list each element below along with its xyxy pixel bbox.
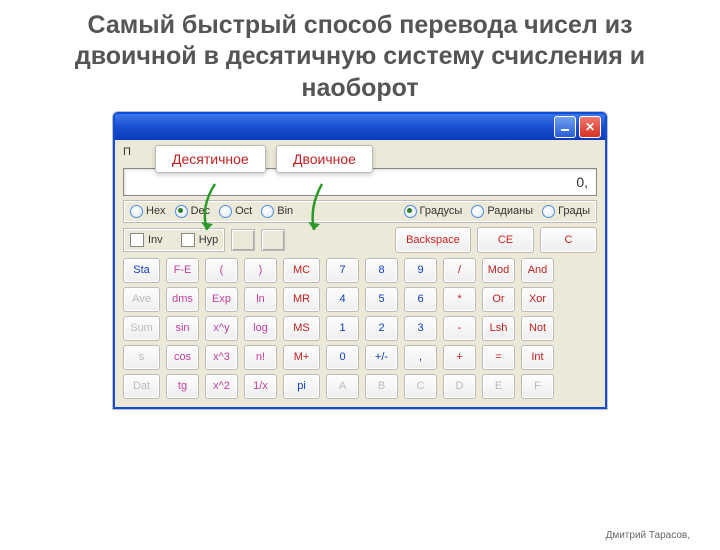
radio-deg[interactable]: Градусы xyxy=(404,205,463,218)
btn-lsh[interactable]: Lsh xyxy=(482,316,515,341)
btn-mr[interactable]: MR xyxy=(283,287,320,312)
btn-2[interactable]: 2 xyxy=(365,316,398,341)
btn-and[interactable]: And xyxy=(521,258,554,283)
close-button[interactable]: ✕ xyxy=(579,116,601,138)
btn-0[interactable]: 0 xyxy=(326,345,359,370)
radio-bin[interactable]: Bin xyxy=(261,205,293,218)
btn-9[interactable]: 9 xyxy=(404,258,437,283)
btn-sum: Sum xyxy=(123,316,160,341)
btn-dat: Dat xyxy=(123,374,160,399)
btn-a: A xyxy=(326,374,359,399)
btn-not[interactable]: Not xyxy=(521,316,554,341)
page-title: Самый быстрый способ перевода чисел из д… xyxy=(30,10,690,104)
btn-6[interactable]: 6 xyxy=(404,287,437,312)
btn-1[interactable]: 1 xyxy=(326,316,359,341)
titlebar: ✕ xyxy=(115,114,605,140)
btn-sin[interactable]: sin xyxy=(166,316,199,341)
btn-[interactable]: ) xyxy=(244,258,277,283)
btn-c: C xyxy=(404,374,437,399)
btn-d: D xyxy=(443,374,476,399)
btn-int[interactable]: Int xyxy=(521,345,554,370)
btn-[interactable]: / xyxy=(443,258,476,283)
btn-[interactable]: + xyxy=(443,345,476,370)
footer-author: Дмитрий Тарасов, xyxy=(606,530,690,542)
radio-grad[interactable]: Грады xyxy=(542,205,590,218)
button-grid: StaF-E()MC789/ModAndAvedmsExplnMR456*OrX… xyxy=(123,258,597,399)
radio-oct-label: Oct xyxy=(235,205,252,217)
backspace-button[interactable]: Backspace xyxy=(395,227,471,253)
radio-rad[interactable]: Радианы xyxy=(471,205,533,218)
ce-button[interactable]: CE xyxy=(477,227,534,253)
btn-log[interactable]: log xyxy=(244,316,277,341)
btn-mod[interactable]: Mod xyxy=(482,258,515,283)
btn-dms[interactable]: dms xyxy=(166,287,199,312)
btn-n[interactable]: n! xyxy=(244,345,277,370)
btn-3[interactable]: 3 xyxy=(404,316,437,341)
btn-8[interactable]: 8 xyxy=(365,258,398,283)
btn-7[interactable]: 7 xyxy=(326,258,359,283)
indicator-2 xyxy=(261,229,285,251)
btn-ms[interactable]: MS xyxy=(283,316,320,341)
btn-ln[interactable]: ln xyxy=(244,287,277,312)
btn-exp[interactable]: Exp xyxy=(205,287,238,312)
btn-ave: Ave xyxy=(123,287,160,312)
btn-pi[interactable]: pi xyxy=(283,374,320,399)
indicator-1 xyxy=(231,229,255,251)
btn-[interactable]: ( xyxy=(205,258,238,283)
btn-m[interactable]: M+ xyxy=(283,345,320,370)
btn-mc[interactable]: MC xyxy=(283,258,320,283)
btn-tg[interactable]: tg xyxy=(166,374,199,399)
radio-rad-label: Радианы xyxy=(487,205,533,217)
btn-5[interactable]: 5 xyxy=(365,287,398,312)
btn-f: F xyxy=(521,374,554,399)
callout-binary: Двоичное xyxy=(276,145,373,173)
btn-xy[interactable]: x^y xyxy=(205,316,238,341)
c-button[interactable]: C xyxy=(540,227,597,253)
radio-hex-label: Hex xyxy=(146,205,166,217)
footer: Дмитрий Тарасов, xyxy=(606,530,690,542)
btn-s: s xyxy=(123,345,160,370)
btn-4[interactable]: 4 xyxy=(326,287,359,312)
check-inv[interactable]: Inv xyxy=(130,233,163,247)
minimize-button[interactable] xyxy=(554,116,576,138)
radio-deg-label: Градусы xyxy=(420,205,463,217)
angle-group: Градусы Радианы Грады xyxy=(404,205,590,218)
btn-xor[interactable]: Xor xyxy=(521,287,554,312)
radio-grad-label: Грады xyxy=(558,205,590,217)
btn-sta[interactable]: Sta xyxy=(123,258,160,283)
check-inv-label: Inv xyxy=(148,234,163,246)
btn-[interactable]: - xyxy=(443,316,476,341)
btn-x3[interactable]: x^3 xyxy=(205,345,238,370)
btn-x2[interactable]: x^2 xyxy=(205,374,238,399)
btn-b: B xyxy=(365,374,398,399)
btn-1x[interactable]: 1/x xyxy=(244,374,277,399)
radio-hex[interactable]: Hex xyxy=(130,205,166,218)
arrow-to-bin xyxy=(304,182,334,242)
btn-fe[interactable]: F-E xyxy=(166,258,199,283)
arrow-to-dec xyxy=(195,182,225,242)
btn-[interactable]: +/- xyxy=(365,345,398,370)
btn-e: E xyxy=(482,374,515,399)
btn-[interactable]: * xyxy=(443,287,476,312)
btn-or[interactable]: Or xyxy=(482,287,515,312)
callout-decimal: Десятичное xyxy=(155,145,266,173)
btn-cos[interactable]: cos xyxy=(166,345,199,370)
btn-[interactable]: = xyxy=(482,345,515,370)
radio-bin-label: Bin xyxy=(277,205,293,217)
btn-[interactable]: , xyxy=(404,345,437,370)
